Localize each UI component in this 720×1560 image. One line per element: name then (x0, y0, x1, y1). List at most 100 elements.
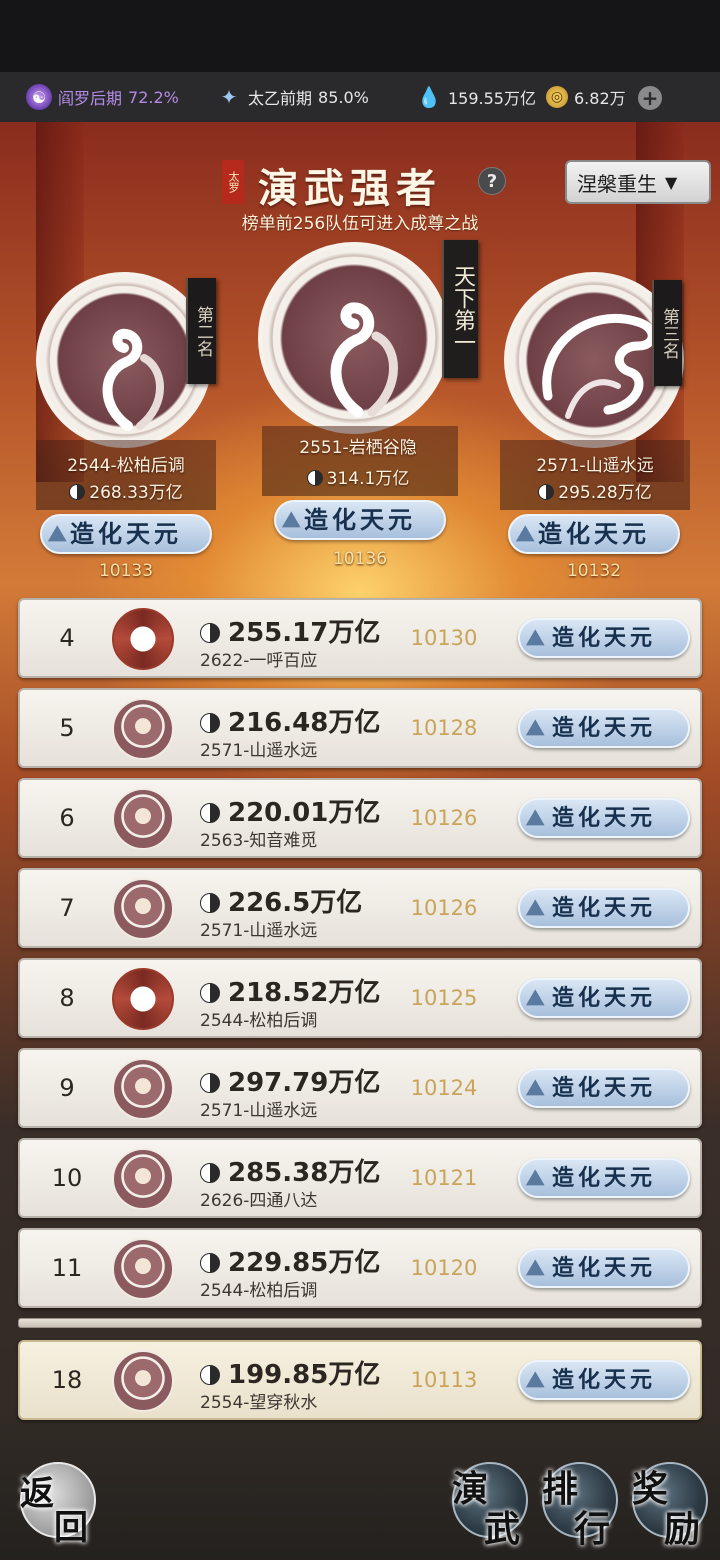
row-score: 10113 (410, 1368, 478, 1392)
row-power: 199.85万亿 (200, 1354, 380, 1391)
swirl-emblem-icon (330, 302, 398, 418)
currency-2-value: 6.82万 (574, 89, 626, 108)
row-score: 10124 (410, 1076, 478, 1100)
table-row[interactable]: 6 220.01万亿 2563-知音难觅 10126 造化天元 (18, 778, 702, 858)
row-power-value: 297.79万亿 (228, 1068, 381, 1098)
row-power-value: 255.17万亿 (228, 618, 381, 648)
row-realm-button[interactable]: 造化天元 (518, 1248, 690, 1288)
row-team-name: 2563-知音难觅 (200, 831, 318, 851)
row-rank: 4 (59, 624, 75, 652)
realm-1-value: 72.2% (128, 87, 179, 107)
row-team-name: 2626-四通八达 (200, 1191, 318, 1211)
yinyang-icon (200, 803, 220, 823)
row-power-value: 229.85万亿 (228, 1248, 381, 1278)
row-realm-button[interactable]: 造化天元 (518, 618, 690, 658)
row-power: 297.79万亿 (200, 1062, 380, 1099)
resource-realm-2: ✦ 太乙前期 85.0% (216, 72, 369, 122)
podium-2-score: 10133 (98, 561, 154, 581)
row-score: 10120 (410, 1256, 478, 1280)
swirl-emblem-icon (112, 1238, 174, 1300)
row-rank: 8 (59, 984, 75, 1012)
resource-currency-2: ◎ 6.82万 (546, 72, 626, 122)
table-row[interactable]: 8 218.52万亿 2544-松柏后调 10125 造化天元 (18, 958, 702, 1038)
podium-3-power: 295.28万亿 (500, 478, 690, 503)
podium-3-realm-button[interactable]: 造化天元 (508, 514, 680, 554)
yinyang-icon (200, 713, 220, 733)
row-rank: 5 (59, 714, 75, 742)
podium-3-score: 10132 (566, 561, 622, 581)
row-score: 10121 (410, 1166, 478, 1190)
avatar-realm-icon: ☯ (26, 84, 52, 110)
resource-realm-1: ☯ 阎罗后期 72.2% (26, 72, 179, 122)
top-pattern-band (0, 0, 720, 72)
yinyang-icon (69, 484, 86, 500)
row-rank: 6 (59, 804, 75, 832)
row-realm-button[interactable]: 造化天元 (518, 798, 690, 838)
row-score: 10128 (410, 716, 478, 740)
sword-emblem-icon (112, 608, 174, 670)
row-team-name: 2544-松柏后调 (200, 1281, 318, 1301)
swirl-emblem-icon (112, 698, 174, 760)
category-dropdown[interactable]: 涅槃重生 ▼ (565, 160, 711, 204)
row-team-name: 2622-一呼百应 (200, 651, 318, 671)
podium-1-rank-banner: 天下第一 (442, 240, 478, 378)
currency-1-value: 159.55万亿 (448, 89, 536, 108)
yinyang-icon (200, 983, 220, 1003)
chevron-down-icon: ▼ (665, 172, 678, 192)
table-row[interactable]: 4 255.17万亿 2622-一呼百应 10130 造化天元 (18, 598, 702, 678)
podium-3-team-name: 2571-山遥水远 (536, 456, 654, 476)
row-realm-button[interactable]: 造化天元 (518, 708, 690, 748)
martial-tab-label-2: 武 (484, 1508, 521, 1550)
row-team-name: 2571-山遥水远 (200, 1101, 318, 1121)
row-power: 220.01万亿 (200, 792, 380, 829)
ranking-tab-label-1: 排 (542, 1468, 579, 1510)
podium-1-realm-button[interactable]: 造化天元 (274, 500, 446, 540)
podium-2-realm-button[interactable]: 造化天元 (40, 514, 212, 554)
row-score: 10126 (410, 896, 478, 920)
row-score: 10125 (410, 986, 478, 1010)
table-row[interactable]: 10 285.38万亿 2626-四通八达 10121 造化天元 (18, 1138, 702, 1218)
row-rank: 11 (51, 1254, 83, 1282)
row-power-value: 220.01万亿 (228, 798, 381, 828)
podium-1-emblem[interactable] (258, 242, 450, 434)
sword-emblem-icon (112, 968, 174, 1030)
row-power-value: 216.48万亿 (228, 708, 381, 738)
row-realm-button[interactable]: 造化天元 (518, 1360, 690, 1400)
row-realm-button[interactable]: 造化天元 (518, 1158, 690, 1198)
podium-3-rank-banner: 第三名 (652, 280, 682, 386)
realm-2-value: 85.0% (318, 87, 369, 107)
podium-3-power-value: 295.28万亿 (558, 483, 652, 503)
table-row[interactable]: 9 297.79万亿 2571-山遥水远 10124 造化天元 (18, 1048, 702, 1128)
row-score: 10130 (410, 626, 478, 650)
table-row[interactable]: 7 226.5万亿 2571-山遥水远 10126 造化天元 (18, 868, 702, 948)
row-power: 226.5万亿 (200, 882, 362, 919)
my-team-row[interactable]: 18 199.85万亿 2554-望穿秋水 10113 造化天元 (18, 1340, 702, 1420)
add-currency-button[interactable]: + (638, 86, 662, 110)
swirl-emblem-icon (112, 1350, 174, 1412)
podium-2-team-name: 2544-松柏后调 (67, 456, 185, 476)
podium-2-rank-banner: 第二名 (186, 278, 216, 384)
dropdown-value: 涅槃重生 (577, 171, 657, 196)
realm-2-label: 太乙前期 (248, 89, 313, 108)
yinyang-icon (200, 893, 220, 913)
table-row[interactable]: 11 229.85万亿 2544-松柏后调 10120 造化天元 (18, 1228, 702, 1308)
row-score: 10126 (410, 806, 478, 830)
row-power: 216.48万亿 (200, 702, 380, 739)
reward-tab-label-2: 励 (664, 1508, 701, 1550)
yinyang-icon (538, 484, 555, 500)
row-realm-button[interactable]: 造化天元 (518, 978, 690, 1018)
row-power-value: 285.38万亿 (228, 1158, 381, 1188)
podium-1-power-value: 314.1万亿 (326, 469, 410, 489)
row-power: 229.85万亿 (200, 1242, 380, 1279)
row-realm-button[interactable]: 造化天元 (518, 1068, 690, 1108)
yinyang-icon (200, 1365, 220, 1385)
table-row[interactable]: 5 216.48万亿 2571-山遥水远 10128 造化天元 (18, 688, 702, 768)
podium-2-power: 268.33万亿 (36, 478, 216, 503)
podium-1-team-name: 2551-岩栖谷隐 (299, 438, 417, 458)
row-rank: 10 (51, 1164, 83, 1192)
row-realm-button[interactable]: 造化天元 (518, 888, 690, 928)
list-gap-divider (18, 1318, 702, 1328)
swirl-emblem-icon (112, 878, 174, 940)
podium-1-score: 10136 (332, 549, 388, 569)
help-icon[interactable]: ? (478, 167, 506, 195)
